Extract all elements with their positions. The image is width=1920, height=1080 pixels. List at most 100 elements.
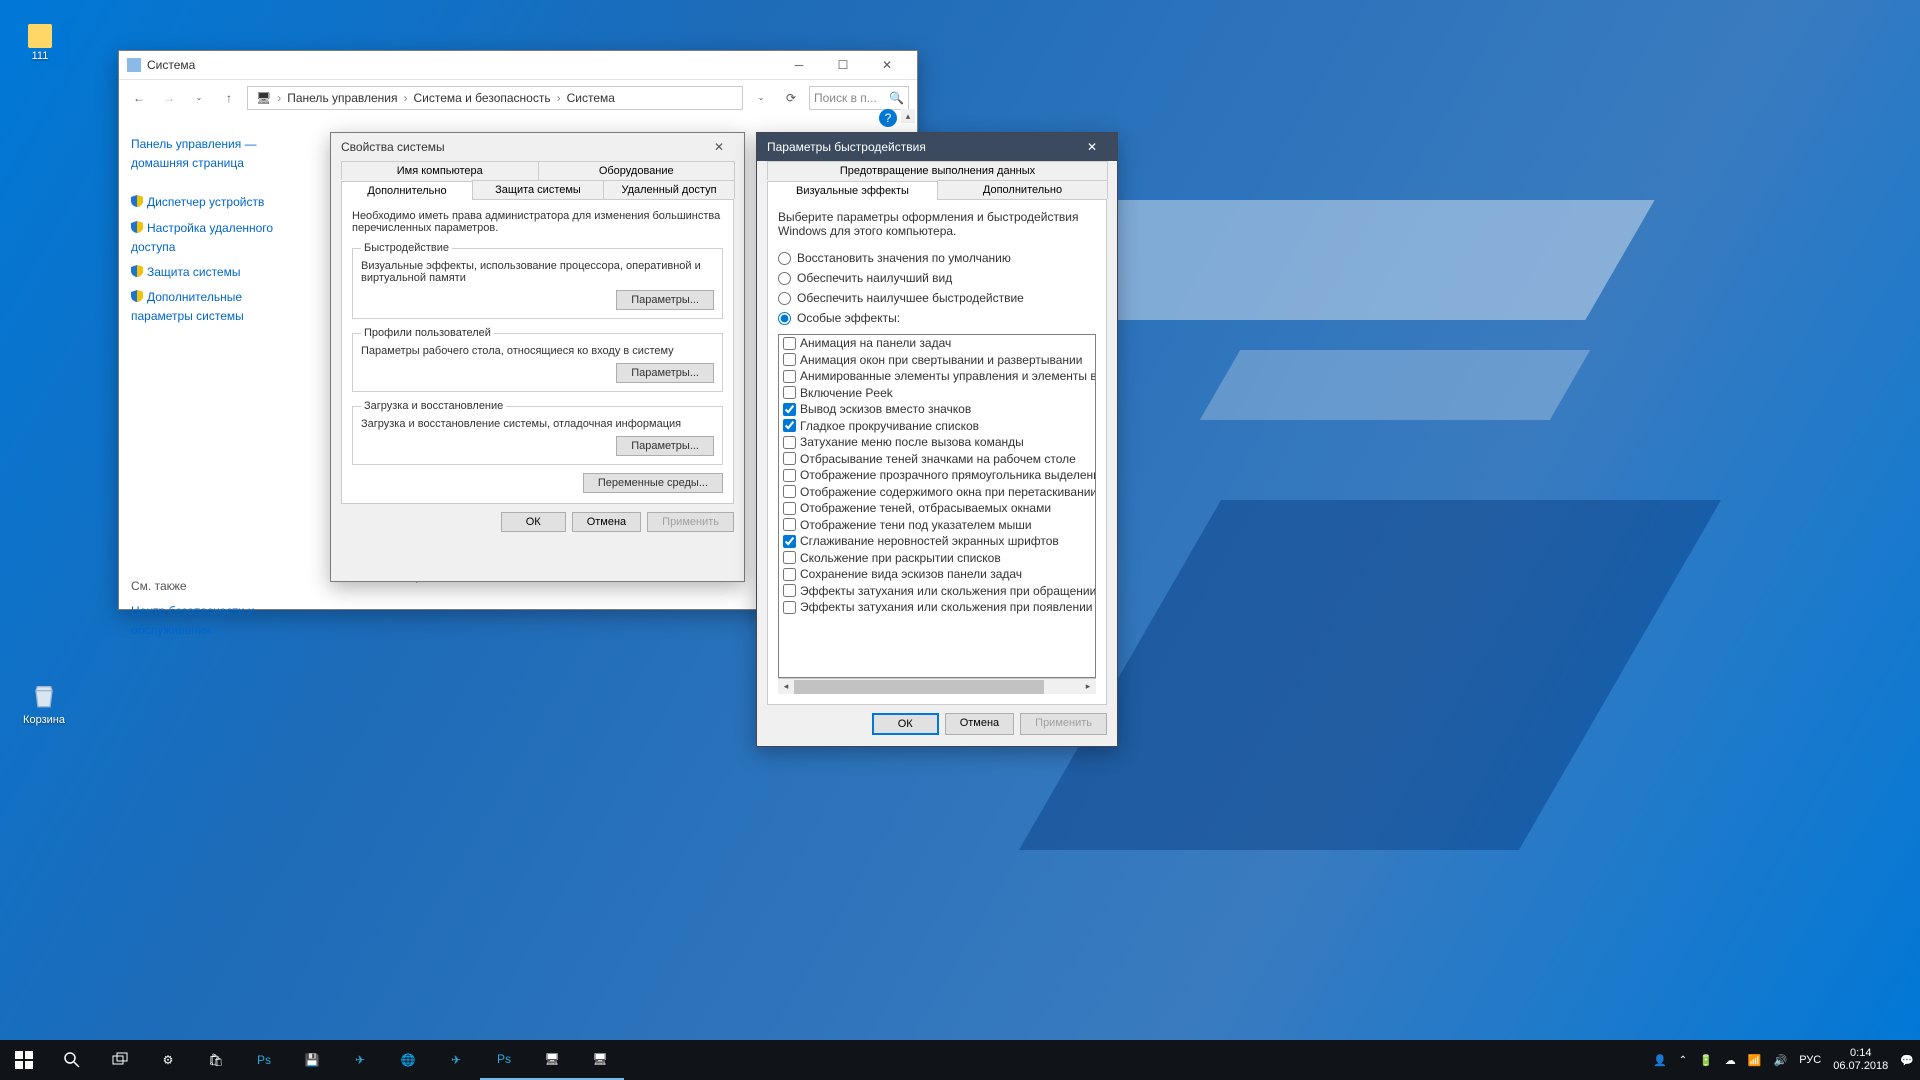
effect-checkbox[interactable] [783,403,796,416]
effect-checkbox[interactable] [783,469,796,482]
bc-lvl2[interactable]: Система и безопасность [409,91,554,105]
sidebar-home[interactable]: Панель управления — домашняя страница [131,135,307,173]
telegram-button[interactable]: ✈ [336,1040,384,1080]
apply-button[interactable]: Применить [647,512,734,532]
effect-checkbox[interactable] [783,502,796,515]
effect-checkbox[interactable] [783,452,796,465]
search-button[interactable] [48,1040,96,1080]
startup-settings-button[interactable]: Параметры... [616,436,714,456]
effect-item[interactable]: Анимированные элементы управления и элем… [779,368,1095,385]
effects-hscrollbar[interactable]: ◂ ▸ [778,678,1096,694]
system-props-task[interactable]: 🖥 [576,1040,624,1080]
sidebar-item-device-manager[interactable]: Диспетчер устройств [131,193,307,212]
scroll-right[interactable]: ▸ [1080,679,1096,695]
effect-checkbox[interactable] [783,535,796,548]
action-center-button[interactable]: 💬 [1894,1040,1920,1080]
tab-hardware[interactable]: Оборудование [538,161,736,180]
effect-item[interactable]: Скольжение при раскрытии списков [779,550,1095,567]
maximize-button[interactable]: ☐ [821,51,865,79]
titlebar-system[interactable]: Система ─ ☐ ✕ [119,51,917,79]
tab-remote[interactable]: Удаленный доступ [603,180,735,199]
effect-item[interactable]: Эффекты затухания или скольжения при обр… [779,583,1095,600]
effect-checkbox[interactable] [783,568,796,581]
help-button[interactable]: ? [879,109,897,127]
minimize-button[interactable]: ─ [777,51,821,79]
effect-checkbox[interactable] [783,436,796,449]
tray-chevron-up[interactable]: ⌃ [1673,1040,1693,1080]
scroll-track[interactable] [794,679,1080,695]
apply-button[interactable]: Применить [1020,713,1107,735]
effect-item[interactable]: Отображение содержимого окна при перетас… [779,484,1095,501]
close-button[interactable]: ✕ [1077,133,1107,161]
titlebar-props[interactable]: Свойства системы ✕ [331,133,744,161]
effect-item[interactable]: Отображение прозрачного прямоугольника в… [779,467,1095,484]
sidebar-item-advanced[interactable]: Дополнительные параметры системы [131,288,307,326]
address-dropdown[interactable]: ⌄ [749,86,773,110]
effects-listbox[interactable]: Анимация на панели задачАнимация окон пр… [778,334,1096,678]
sidebar-item-remote[interactable]: Настройка удаленного доступа [131,219,307,257]
effect-checkbox[interactable] [783,353,796,366]
file-app-button[interactable]: 💾 [288,1040,336,1080]
profiles-settings-button[interactable]: Параметры... [616,363,714,383]
telegram2-button[interactable]: ✈ [432,1040,480,1080]
effect-checkbox[interactable] [783,337,796,350]
effect-item[interactable]: Вывод эскизов вместо значков [779,401,1095,418]
effect-checkbox[interactable] [783,370,796,383]
titlebar-perf[interactable]: Параметры быстродействия ✕ [757,133,1117,161]
effect-checkbox[interactable] [783,419,796,432]
effect-item[interactable]: Сохранение вида эскизов панели задач [779,566,1095,583]
recent-dropdown[interactable]: ⌄ [187,86,211,110]
tab-dep[interactable]: Предотвращение выполнения данных [767,161,1108,180]
onedrive-icon[interactable]: ☁ [1719,1040,1742,1080]
effect-checkbox[interactable] [783,551,796,564]
perf-settings-button[interactable]: Параметры... [616,290,714,310]
store-app-button[interactable]: 🛍 [192,1040,240,1080]
effect-item[interactable]: Отображение теней, отбрасываемых окнами [779,500,1095,517]
seealso-security[interactable]: Центр безопасности и обслуживания [131,602,307,640]
effect-item[interactable]: Затухание меню после вызова команды [779,434,1095,451]
bc-lvl3[interactable]: Система [563,91,619,105]
tab-visual-effects[interactable]: Визуальные эффекты [767,181,938,200]
effect-checkbox[interactable] [783,518,796,531]
env-vars-button[interactable]: Переменные среды... [583,473,723,493]
breadcrumb[interactable]: 🖥 › Панель управления › Система и безопа… [247,86,743,110]
clock[interactable]: 0:14 06.07.2018 [1827,1040,1894,1080]
bc-root[interactable]: Панель управления [283,91,401,105]
effect-checkbox[interactable] [783,584,796,597]
effect-checkbox[interactable] [783,485,796,498]
sidebar-item-protection[interactable]: Защита системы [131,263,307,282]
radio-best-performance[interactable]: Обеспечить наилучшее быстродействие [778,291,1096,305]
scroll-thumb[interactable] [794,680,1044,694]
close-button[interactable]: ✕ [865,51,909,79]
language-indicator[interactable]: РУС [1793,1040,1827,1080]
settings-app-button[interactable]: ⚙ [144,1040,192,1080]
forward-button[interactable]: → [157,86,181,110]
effect-item[interactable]: Отображение тени под указателем мыши [779,517,1095,534]
effect-item[interactable]: Эффекты затухания или скольжения при поя… [779,599,1095,616]
chrome-button[interactable]: 🌐 [384,1040,432,1080]
effect-item[interactable]: Гладкое прокручивание списков [779,418,1095,435]
refresh-button[interactable]: ⟳ [779,86,803,110]
taskview-button[interactable] [96,1040,144,1080]
battery-icon[interactable]: 🔋 [1693,1040,1719,1080]
desktop-recycle-bin[interactable]: Корзина [14,680,74,726]
tab-protection[interactable]: Защита системы [472,180,604,199]
back-button[interactable]: ← [127,86,151,110]
start-button[interactable] [0,1040,48,1080]
cancel-button[interactable]: Отмена [572,512,641,532]
people-icon[interactable]: 👤 [1647,1040,1673,1080]
ok-button[interactable]: ОК [501,512,566,532]
photoshop-active-button[interactable]: Ps [480,1040,528,1080]
desktop-folder-111[interactable]: 111 [10,20,70,66]
effect-checkbox[interactable] [783,386,796,399]
tab-computer-name[interactable]: Имя компьютера [341,161,539,180]
effect-checkbox[interactable] [783,601,796,614]
effect-item[interactable]: Анимация окон при свертывании и разверты… [779,352,1095,369]
radio-best-appearance[interactable]: Обеспечить наилучший вид [778,271,1096,285]
close-button[interactable]: ✕ [704,133,734,161]
tab-advanced[interactable]: Дополнительно [937,180,1108,199]
ok-button[interactable]: ОК [872,713,939,735]
radio-custom[interactable]: Особые эффекты: [778,311,1096,325]
radio-restore-defaults[interactable]: Восстановить значения по умолчанию [778,251,1096,265]
effect-item[interactable]: Анимация на панели задач [779,335,1095,352]
